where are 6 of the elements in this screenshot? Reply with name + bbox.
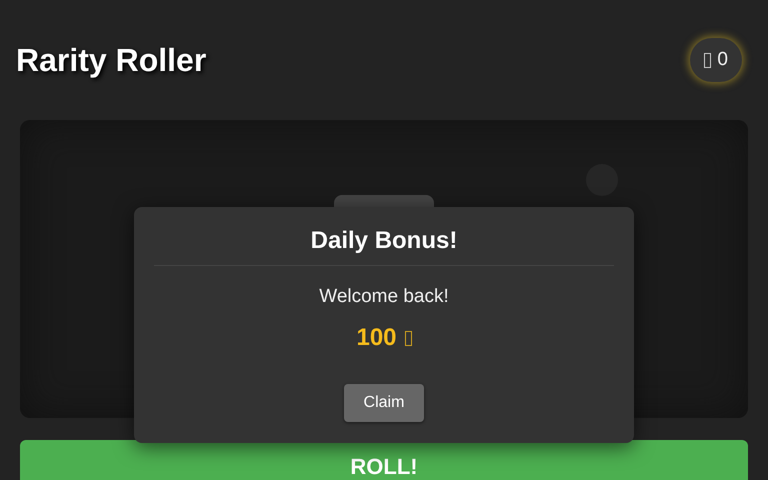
app-title: Rarity Roller [16, 42, 206, 78]
reward-amount: 100 [356, 324, 397, 352]
coin-count: 0 [717, 49, 728, 71]
claim-button[interactable]: Claim [344, 384, 424, 422]
welcome-message: Welcome back! [319, 286, 449, 308]
modal-title: Daily Bonus! [310, 227, 458, 256]
